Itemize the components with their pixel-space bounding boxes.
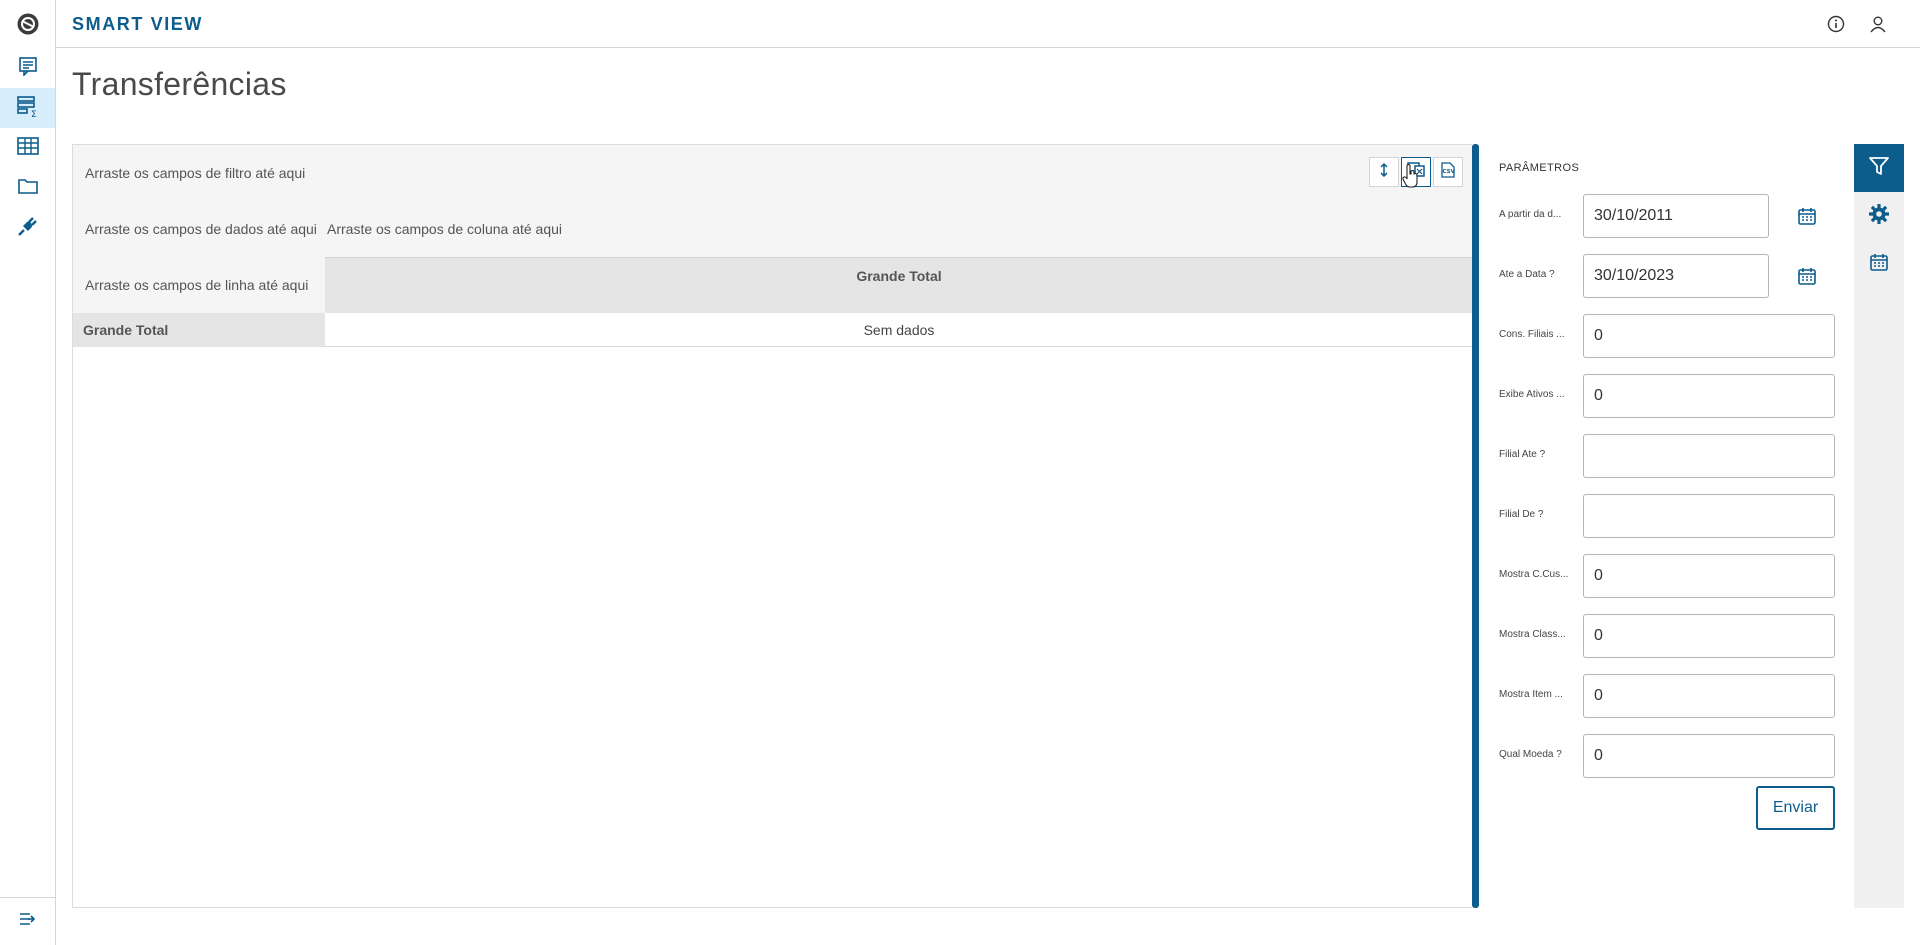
param-label-mostra-item: Mostra Item ... [1499, 689, 1563, 700]
logo-icon[interactable] [0, 0, 56, 48]
export-csv-icon: CSV [1440, 161, 1456, 183]
start-date-input[interactable]: 30/10/2011 [1583, 194, 1769, 238]
param-label-cons-filiais: Cons. Filiais ... [1499, 329, 1565, 340]
column-grand-total-header: Grande Total [325, 257, 1473, 313]
hand-cursor-icon [1402, 163, 1420, 193]
filter-zone-label: Arraste os campos de filtro até aqui [85, 165, 306, 181]
column-drop-zone[interactable]: Arraste os campos de coluna até aqui [327, 221, 562, 237]
nav-reports[interactable] [0, 48, 55, 88]
data-column-zone-row: Arraste os campos de dados até aqui Arra… [73, 201, 1473, 257]
row-grand-total-header: Grande Total [73, 313, 325, 347]
user-icon[interactable] [1866, 12, 1890, 36]
expand-menu-icon [19, 912, 37, 931]
mostra-item-input[interactable]: 0 [1583, 674, 1835, 718]
expand-menu-button[interactable] [0, 897, 55, 945]
export-csv-button[interactable]: CSV [1433, 157, 1463, 187]
nav-tables[interactable] [0, 128, 55, 168]
gear-icon [1868, 203, 1890, 230]
grand-total-cell: Sem dados [325, 313, 1473, 347]
nav-pivot[interactable]: Σ [0, 88, 55, 128]
send-button[interactable]: Enviar [1756, 786, 1835, 830]
nav-connections[interactable] [0, 208, 55, 248]
svg-text:CSV: CSV [1443, 169, 1456, 175]
exibe-ativos-input[interactable]: 0 [1583, 374, 1835, 418]
data-drop-zone[interactable]: Arraste os campos de dados até aqui [85, 221, 317, 237]
pivot-grid: Arraste os campos de filtro até aqui CSV… [72, 144, 1473, 908]
mostra-ccus-input[interactable]: 0 [1583, 554, 1835, 598]
info-icon[interactable] [1824, 12, 1848, 36]
param-label-exibe-ativos: Exibe Ativos ... [1499, 389, 1565, 400]
top-header: SMART VIEW [56, 0, 1920, 48]
table-icon [16, 136, 39, 161]
folder-icon [17, 177, 38, 200]
sort-button[interactable] [1369, 157, 1399, 187]
sort-icon [1379, 162, 1389, 182]
filial-ate-input[interactable] [1583, 434, 1835, 478]
svg-text:Σ: Σ [31, 110, 37, 118]
param-label-mostra-class: Mostra Class... [1499, 629, 1566, 640]
pivot-icon: Σ [16, 94, 40, 123]
cons-filiais-input[interactable]: 0 [1583, 314, 1835, 358]
schedule-button[interactable] [1854, 240, 1904, 288]
app-brand[interactable]: SMART VIEW [72, 14, 203, 35]
parameters-title: PARÂMETROS [1499, 162, 1580, 174]
param-label-filial-de: Filial De ? [1499, 509, 1544, 520]
empty-data-text: Sem dados [863, 322, 935, 338]
filter-panel-button[interactable] [1854, 144, 1904, 192]
filter-drop-zone[interactable]: Arraste os campos de filtro até aqui CSV [73, 145, 1473, 201]
calendar-icon [1869, 252, 1889, 277]
filter-icon [1868, 155, 1890, 182]
settings-button[interactable] [1854, 192, 1904, 240]
right-toolbar [1854, 144, 1904, 908]
row-drop-zone[interactable]: Arraste os campos de linha até aqui [73, 257, 325, 313]
qual-moeda-input[interactable]: 0 [1583, 734, 1835, 778]
param-label-mostra-ccus: Mostra C.Cus... [1499, 569, 1569, 580]
plug-icon [16, 214, 40, 243]
page-title: Transferências [72, 66, 287, 102]
param-label-filial-ate: Filial Ate ? [1499, 449, 1546, 460]
row-zone-label: Arraste os campos de linha até aqui [85, 277, 309, 293]
mostra-class-input[interactable]: 0 [1583, 614, 1835, 658]
param-label-start-date: A partir da d... [1499, 209, 1562, 220]
filial-de-input[interactable] [1583, 494, 1835, 538]
row-grand-total-label: Grande Total [83, 322, 169, 338]
parameters-panel: PARÂMETROS A partir da d... 30/10/2011 A… [1479, 144, 1854, 908]
column-grand-total-label: Grande Total [856, 268, 942, 284]
left-nav-rail: Σ [0, 0, 56, 945]
param-label-end-date: Ate a Data ? [1499, 269, 1555, 280]
panel-splitter[interactable] [1472, 144, 1479, 908]
end-date-calendar-icon[interactable] [1795, 264, 1819, 288]
start-date-calendar-icon[interactable] [1795, 204, 1819, 228]
end-date-input[interactable]: 30/10/2023 [1583, 254, 1769, 298]
param-label-qual-moeda: Qual Moeda ? [1499, 749, 1562, 760]
nav-folders[interactable] [0, 168, 55, 208]
report-icon [18, 56, 38, 81]
